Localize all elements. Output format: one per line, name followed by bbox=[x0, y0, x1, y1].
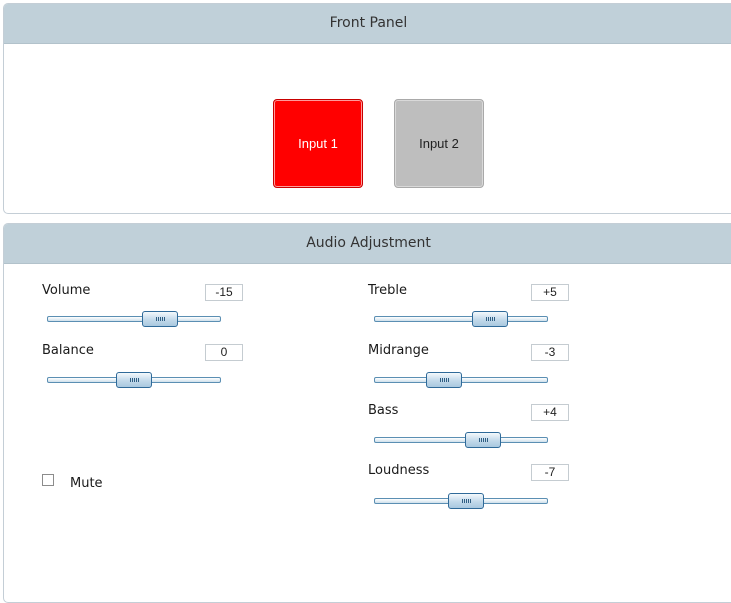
midrange-label: Midrange bbox=[368, 343, 429, 358]
loudness-value: -7 bbox=[531, 464, 569, 481]
bass-slider[interactable] bbox=[374, 432, 548, 448]
treble-slider-thumb[interactable] bbox=[472, 311, 509, 327]
treble-slider[interactable] bbox=[374, 311, 548, 327]
treble-label: Treble bbox=[368, 283, 407, 298]
grip-icon bbox=[130, 378, 140, 382]
bass-label: Bass bbox=[368, 403, 399, 418]
loudness-slider[interactable] bbox=[374, 493, 548, 509]
balance-slider[interactable] bbox=[47, 372, 221, 388]
volume-slider-thumb[interactable] bbox=[141, 311, 178, 327]
volume-label: Volume bbox=[42, 283, 91, 298]
midrange-slider-thumb[interactable] bbox=[425, 372, 462, 388]
audio-adjustment-header: Audio Adjustment bbox=[4, 224, 731, 264]
volume-value: -15 bbox=[205, 284, 243, 301]
treble-value: +5 bbox=[531, 284, 569, 301]
grip-icon bbox=[462, 499, 473, 503]
front-panel-header: Front Panel bbox=[4, 4, 731, 44]
mute-label[interactable]: Mute bbox=[70, 476, 103, 491]
input-2-button[interactable]: Input 2 bbox=[394, 99, 484, 188]
midrange-slider[interactable] bbox=[374, 372, 548, 388]
bass-value: +4 bbox=[531, 404, 569, 421]
grip-icon bbox=[439, 378, 450, 382]
bass-slider-thumb[interactable] bbox=[465, 432, 502, 448]
balance-label: Balance bbox=[42, 343, 94, 358]
mute-checkbox[interactable] bbox=[42, 474, 54, 486]
balance-value: 0 bbox=[205, 344, 243, 361]
front-panel: Front Panel Input 1 Input 2 bbox=[3, 3, 731, 214]
loudness-label: Loudness bbox=[368, 463, 430, 478]
audio-adjustment-panel: Audio Adjustment bbox=[3, 223, 731, 603]
input-1-button[interactable]: Input 1 bbox=[273, 99, 363, 188]
loudness-slider-thumb[interactable] bbox=[448, 493, 485, 509]
grip-icon bbox=[155, 317, 166, 321]
midrange-value: -3 bbox=[531, 344, 569, 361]
grip-icon bbox=[486, 317, 497, 321]
grip-icon bbox=[479, 438, 490, 442]
balance-slider-thumb[interactable] bbox=[116, 372, 152, 388]
volume-slider[interactable] bbox=[47, 311, 221, 327]
